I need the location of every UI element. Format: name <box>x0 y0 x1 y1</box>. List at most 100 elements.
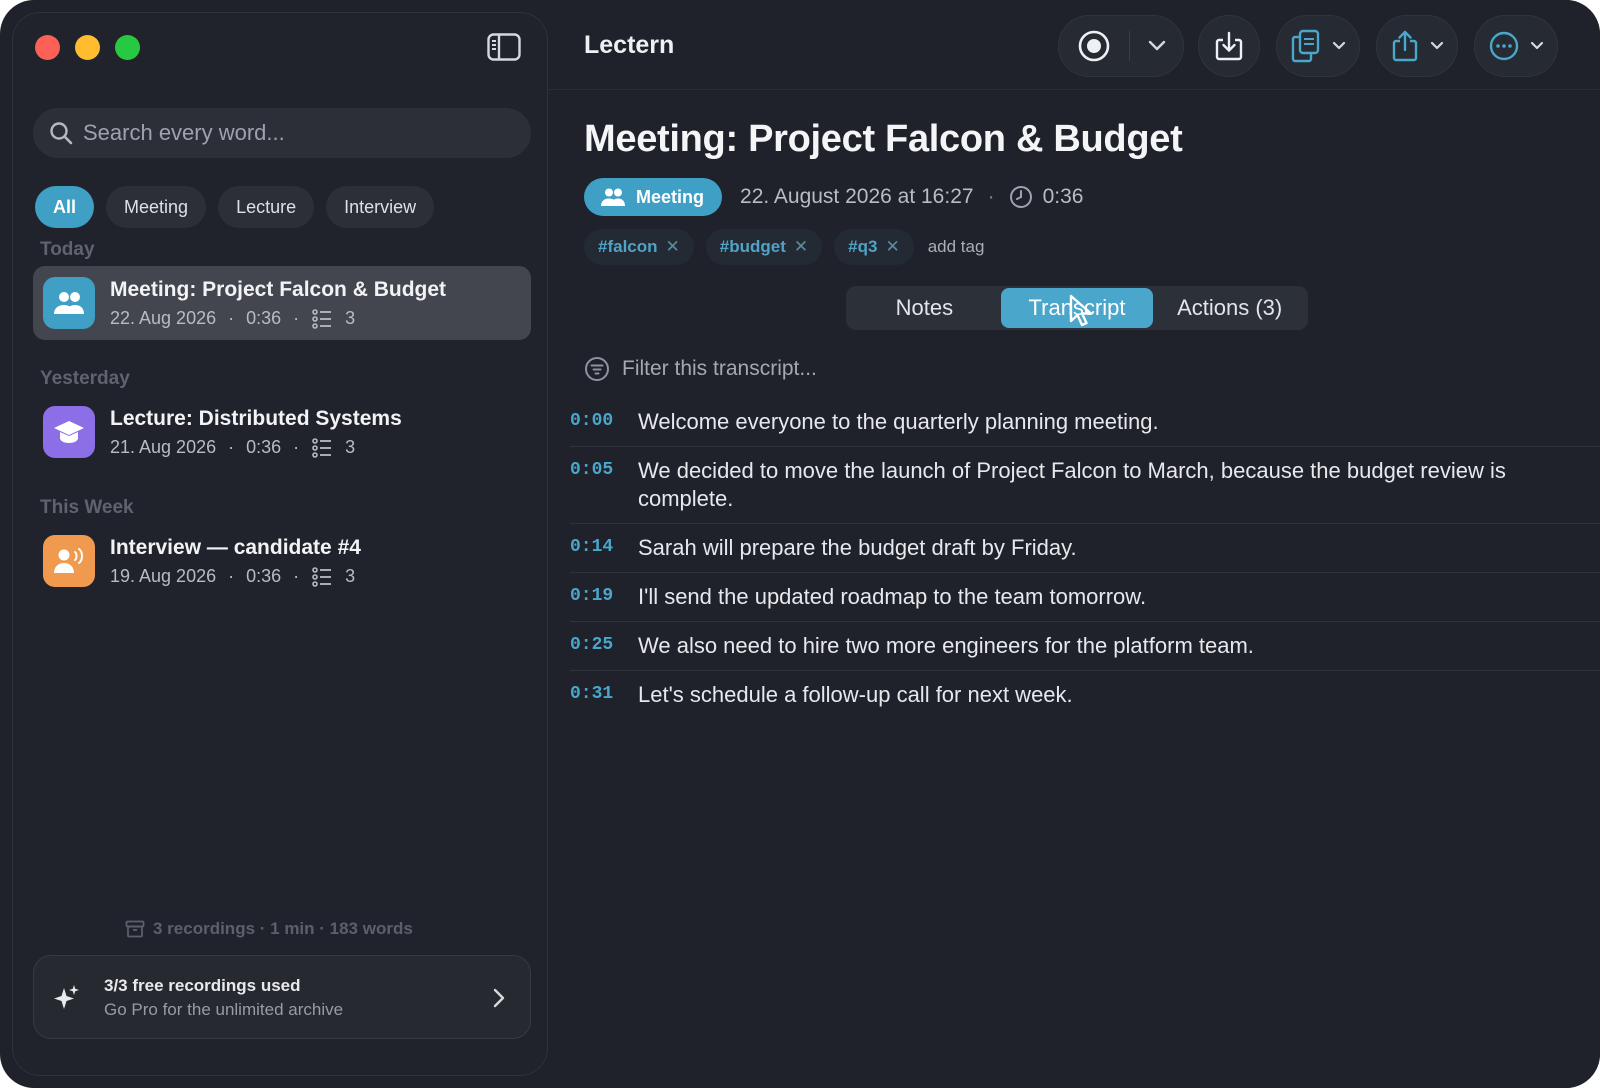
transcript-timestamp[interactable]: 0:31 <box>570 681 638 709</box>
meta-separator: · <box>293 308 300 328</box>
recording-title[interactable]: Meeting: Project Falcon & Budget <box>584 118 1183 161</box>
tag-label: #budget <box>719 237 786 256</box>
tag-chip[interactable]: #budget ✕ <box>705 229 823 265</box>
chevron-right-icon <box>493 988 505 1008</box>
add-tag-input[interactable]: add tag <box>928 237 985 257</box>
recording-item-date: 22. Aug 2026 <box>110 308 217 328</box>
recording-type-badge[interactable]: Meeting <box>584 178 723 216</box>
recording-meta: Meeting 22. August 2026 at 16:27 · 0:36 <box>584 178 1083 216</box>
sidebar-toggle-icon[interactable] <box>487 33 521 61</box>
transcript-timestamp[interactable]: 0:14 <box>570 534 638 562</box>
chevron-down-icon <box>1530 41 1544 50</box>
recording-date: 22. August 2026 at 16:27 <box>740 185 974 208</box>
filter-chip-all[interactable]: All <box>35 186 95 228</box>
checklist-icon <box>312 437 332 458</box>
recording-type-label: Meeting <box>636 186 705 207</box>
recording-item-date: 19. Aug 2026 <box>110 566 217 586</box>
close-window-button[interactable] <box>35 35 60 60</box>
filter-chip-lecture[interactable]: Lecture <box>218 186 315 228</box>
recording-item-action-count: 3 <box>345 437 356 457</box>
transcript-text: Let's schedule a follow-up call for next… <box>638 682 1073 707</box>
remove-tag-icon[interactable]: ✕ <box>794 237 808 257</box>
tag-chip[interactable]: #falcon ✕ <box>584 229 694 265</box>
minimize-window-button[interactable] <box>75 35 100 60</box>
transcript-timestamp[interactable]: 0:25 <box>570 632 638 660</box>
transcript-timestamp[interactable]: 0:05 <box>570 457 638 513</box>
recording-item-action-count: 3 <box>345 566 356 586</box>
meta-separator: · <box>293 566 300 586</box>
share-menu-button[interactable] <box>1376 15 1458 77</box>
transcript-line[interactable]: 0:05 We decided to move the launch of Pr… <box>570 447 1600 524</box>
toolbar: Lectern <box>548 0 1600 90</box>
recording-item-duration: 0:36 <box>246 308 282 328</box>
recording-item-title: Lecture: Distributed Systems <box>110 407 402 430</box>
zoom-window-button[interactable] <box>115 35 140 60</box>
button-divider <box>1128 31 1130 61</box>
copy-menu-button[interactable] <box>1276 15 1360 77</box>
remove-tag-icon[interactable]: ✕ <box>885 237 899 257</box>
main-content: Lectern Meeting: Project Falcon & Budget… <box>548 0 1600 1088</box>
transcript-line[interactable]: 0:31 Let's schedule a follow-up call for… <box>570 671 1600 719</box>
app-window: All Meeting Lecture Interview Today Meet… <box>0 0 1600 1088</box>
transcript-line[interactable]: 0:25 We also need to hire two more engin… <box>570 622 1600 671</box>
sidebar: All Meeting Lecture Interview Today Meet… <box>12 12 548 1076</box>
search-icon <box>50 122 73 145</box>
transcript-timestamp[interactable]: 0:19 <box>570 583 638 611</box>
share-icon <box>1392 30 1418 62</box>
transcript-timestamp[interactable]: 0:00 <box>570 408 638 436</box>
filter-chip-interview[interactable]: Interview <box>326 186 435 228</box>
tab-actions[interactable]: Actions (3) <box>1153 288 1306 328</box>
meta-separator: · <box>228 437 235 457</box>
tag-label: #falcon <box>598 237 658 256</box>
transcript-text: Sarah will prepare the budget draft by F… <box>638 535 1077 560</box>
tag-list: #falcon ✕ #budget ✕ #q3 ✕ add tag <box>584 229 984 265</box>
transcript-line[interactable]: 0:14 Sarah will prepare the budget draft… <box>570 524 1600 573</box>
import-button[interactable] <box>1198 15 1260 77</box>
pro-card-subtitle: Go Pro for the unlimited archive <box>104 1000 344 1019</box>
search-input[interactable] <box>83 120 503 146</box>
recording-item-lecture[interactable]: Lecture: Distributed Systems 21. Aug 202… <box>33 395 531 469</box>
archive-stats-text: 3 recordings · 1 min · 183 words <box>153 919 413 938</box>
go-pro-card[interactable]: 3/3 free recordings used Go Pro for the … <box>33 955 531 1039</box>
transcript-filter-input[interactable] <box>622 357 1022 381</box>
filter-icon <box>585 357 609 381</box>
graduation-cap-icon <box>43 406 95 458</box>
recording-item-meeting[interactable]: Meeting: Project Falcon & Budget 22. Aug… <box>33 266 531 340</box>
chevron-down-icon[interactable] <box>1148 40 1166 52</box>
recording-item-duration: 0:36 <box>246 437 282 457</box>
transcript-filter[interactable] <box>584 356 1022 382</box>
download-tray-icon <box>1215 31 1243 61</box>
window-controls <box>35 35 140 60</box>
recording-item-interview[interactable]: Interview — candidate #4 19. Aug 2026 · … <box>33 524 531 598</box>
transcript-text: I'll send the updated roadmap to the tea… <box>638 584 1147 609</box>
transcript-line[interactable]: 0:19 I'll send the updated roadmap to th… <box>570 573 1600 622</box>
section-label-this-week: This Week <box>40 497 134 518</box>
filter-chip-meeting[interactable]: Meeting <box>106 186 207 228</box>
record-button-group <box>1058 15 1184 77</box>
more-menu-button[interactable] <box>1474 15 1558 77</box>
recording-item-action-count: 3 <box>345 308 356 328</box>
copy-documents-icon <box>1291 29 1320 63</box>
checklist-icon <box>312 566 332 587</box>
recording-item-duration: 0:36 <box>246 566 282 586</box>
tag-chip[interactable]: #q3 ✕ <box>834 229 914 265</box>
search-field[interactable] <box>33 108 531 158</box>
section-label-today: Today <box>40 239 95 260</box>
people-icon <box>601 188 625 206</box>
recording-item-title: Interview — candidate #4 <box>110 536 361 559</box>
mouse-cursor-icon <box>1068 294 1098 333</box>
record-icon[interactable] <box>1077 29 1111 63</box>
app-title: Lectern <box>584 31 675 59</box>
tab-notes[interactable]: Notes <box>848 288 1001 328</box>
transcript-line[interactable]: 0:00 Welcome everyone to the quarterly p… <box>570 398 1600 447</box>
filter-chips: All Meeting Lecture Interview <box>35 186 435 228</box>
remove-tag-icon[interactable]: ✕ <box>666 237 680 257</box>
transcript-text: We decided to move the launch of Project… <box>638 458 1506 511</box>
recording-item-meta: 21. Aug 2026 · 0:36 · 3 <box>110 437 355 458</box>
recording-item-meta: 19. Aug 2026 · 0:36 · 3 <box>110 566 355 587</box>
meta-separator: · <box>987 185 995 208</box>
recording-duration: 0:36 <box>1042 185 1084 208</box>
tag-label: #q3 <box>848 237 878 256</box>
checklist-icon <box>312 308 332 329</box>
chevron-down-icon <box>1430 41 1444 50</box>
